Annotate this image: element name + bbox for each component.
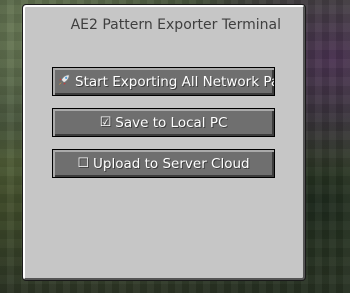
upload-cloud-toggle-button[interactable]: ☐ Upload to Server Cloud [52,149,275,178]
start-export-button[interactable]: Start Exporting All Network Patte [52,67,275,96]
start-export-label: Start Exporting All Network Patte [75,73,274,90]
panel-title: AE2 Pattern Exporter Terminal [70,17,281,33]
save-local-label: Save to Local PC [115,114,228,131]
checked-checkbox-icon: ☑ [99,115,112,130]
upload-cloud-label: Upload to Server Cloud [93,155,250,172]
exporter-terminal-panel: AE2 Pattern Exporter Terminal Start Expo… [23,5,305,280]
unchecked-checkbox-icon: ☐ [77,156,90,171]
rocket-icon [57,73,71,91]
save-local-toggle-button[interactable]: ☑ Save to Local PC [52,108,275,137]
